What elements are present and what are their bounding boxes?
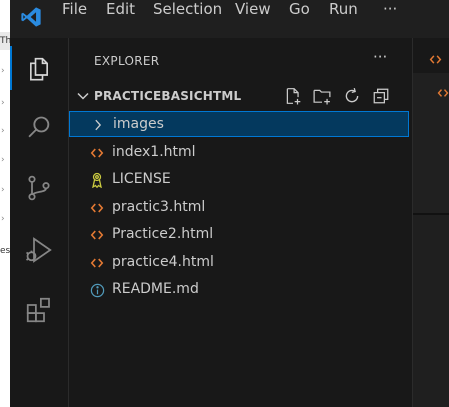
tree-item-practice2-html[interactable]: Practice2.html [69,222,412,248]
tree-item-index1-html[interactable]: index1.html [69,140,412,166]
tree-item-label: practic3.html [112,199,206,215]
search-icon [28,116,50,138]
activity-run-debug[interactable] [10,224,68,276]
tree-item-label: LICENSE [112,171,171,187]
editor-breadcrumb-panel [413,73,449,215]
editor-area [412,38,449,407]
chevron-down-icon [77,92,89,100]
tree-item-license[interactable]: LICENSE [69,167,412,193]
folder-header[interactable]: PRACTICEBASICHTML [69,86,412,108]
bg-chevron-3: › [1,126,5,136]
html-file-icon [89,200,105,216]
editor-tab-strip [413,38,449,73]
activity-extensions[interactable] [10,284,68,336]
bg-chevron-2: › [1,98,5,108]
activity-search[interactable] [10,102,68,154]
bg-chevron-1: › [1,66,5,76]
explorer-sidebar: EXPLORER ··· PRACTICEBASICHTML images in… [69,38,412,407]
files-icon [30,57,48,81]
run-debug-icon [26,237,52,263]
extensions-icon [26,297,50,323]
bg-chevron-4: › [1,155,5,165]
new-file-icon[interactable] [284,87,302,105]
title-bar: File Edit Selection View Go Run ··· [10,0,449,38]
html-file-icon [89,145,105,161]
explorer-title: EXPLORER [94,54,160,68]
tree-item-label: README.md [112,281,199,297]
tree-item-label: Practice2.html [112,226,214,242]
html-file-icon[interactable] [429,53,442,66]
vscode-logo-icon [21,7,41,27]
tree-item-practice4-html[interactable]: practice4.html [69,250,412,276]
activity-source-control[interactable] [10,162,68,214]
info-icon [89,282,105,298]
menu-view[interactable]: View [235,0,271,38]
tree-item-practic3-html[interactable]: practic3.html [69,195,412,221]
folder-name: PRACTICEBASICHTML [94,89,242,103]
tree-item-label: practice4.html [112,254,214,270]
refresh-icon[interactable] [343,87,361,105]
html-file-icon [89,227,105,243]
html-file-icon [437,89,449,97]
menu-run[interactable]: Run [329,0,358,38]
chevron-right-icon [90,117,106,133]
background-text-2: es [0,246,10,256]
bg-chevron-6: › [1,214,5,224]
new-folder-icon[interactable] [313,87,331,105]
background-window: Th › › › › › › es [0,0,10,407]
tree-item-label: images [113,116,164,132]
tree-item-label: index1.html [112,144,196,160]
license-file-icon [89,172,105,188]
menu-more[interactable]: ··· [383,0,397,38]
menu-edit[interactable]: Edit [106,0,135,38]
menu-go[interactable]: Go [289,0,310,38]
bg-chevron-5: › [1,185,5,195]
tree-item-images-folder[interactable]: images [69,111,409,137]
explorer-more-actions[interactable]: ··· [373,48,387,66]
menu-selection[interactable]: Selection [153,0,222,38]
html-file-icon [89,255,105,271]
menu-file[interactable]: File [62,0,87,38]
background-text-1: Th [0,36,10,46]
tree-item-readme-md[interactable]: README.md [69,277,412,303]
source-control-icon [28,175,50,201]
activity-explorer[interactable] [10,42,68,94]
collapse-all-icon[interactable] [372,87,390,105]
activity-bar [10,38,69,407]
